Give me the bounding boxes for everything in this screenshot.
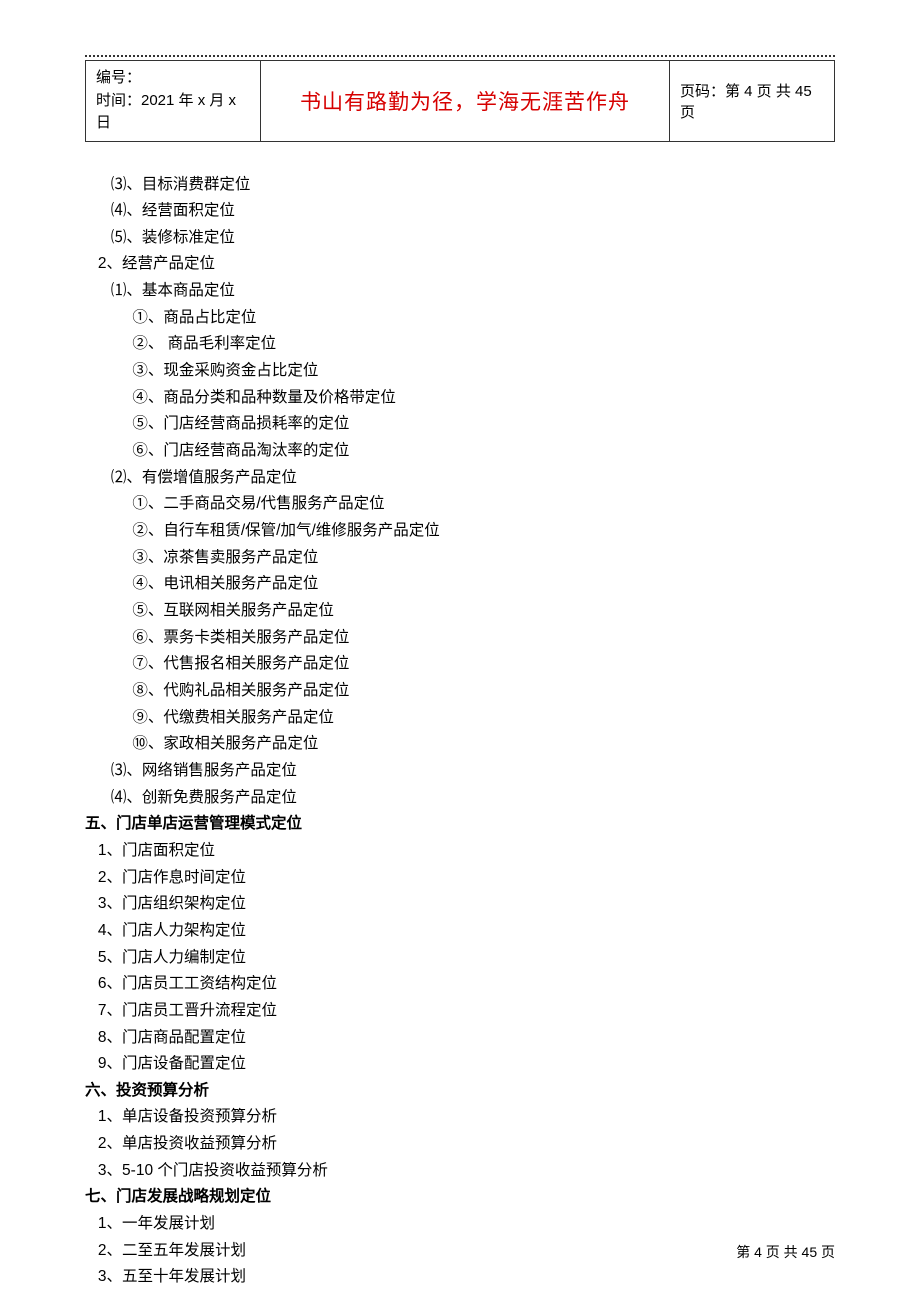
outline-line: ⑤、互联网相关服务产品定位	[85, 598, 835, 625]
outline-line: ①、二手商品交易/代售服务产品定位	[85, 491, 835, 518]
outline-line: 2、门店作息时间定位	[85, 865, 835, 892]
outline-line: 5、门店人力编制定位	[85, 945, 835, 972]
outline-line: ③、现金采购资金占比定位	[85, 358, 835, 385]
outline-line: ⑨、代缴费相关服务产品定位	[85, 705, 835, 732]
outline-line: 六、投资预算分析	[85, 1078, 835, 1105]
header-page-label: 页码：第 4 页 共 45 页	[680, 83, 812, 121]
outline-line: ②、自行车租赁/保管/加气/维修服务产品定位	[85, 518, 835, 545]
outline-line: ⑷、经营面积定位	[85, 198, 835, 225]
outline-line: ⑷、创新免费服务产品定位	[85, 785, 835, 812]
outline-line: 3、门店组织架构定位	[85, 891, 835, 918]
outline-line: 2、单店投资收益预算分析	[85, 1131, 835, 1158]
outline-line: ⑶、目标消费群定位	[85, 172, 835, 199]
outline-line: 1、单店设备投资预算分析	[85, 1104, 835, 1131]
outline-line: ⑥、票务卡类相关服务产品定位	[85, 625, 835, 652]
outline-line: 8、门店商品配置定位	[85, 1025, 835, 1052]
outline-line: 3、5-10 个门店投资收益预算分析	[85, 1158, 835, 1185]
outline-line: ⑦、代售报名相关服务产品定位	[85, 651, 835, 678]
outline-line: ④、商品分类和品种数量及价格带定位	[85, 385, 835, 412]
outline-line: 2、经营产品定位	[85, 251, 835, 278]
doc-date: 时间：2021 年 x 月 x 日	[96, 90, 250, 135]
outline-line: 2、二至五年发展计划	[85, 1238, 835, 1265]
outline-line: ⑴、基本商品定位	[85, 278, 835, 305]
outline-line: 9、门店设备配置定位	[85, 1051, 835, 1078]
outline-line: ③、凉茶售卖服务产品定位	[85, 545, 835, 572]
outline-line: 3、五至十年发展计划	[85, 1264, 835, 1291]
outline-line: ⑥、门店经营商品淘汰率的定位	[85, 438, 835, 465]
outline-line: 4、门店人力架构定位	[85, 918, 835, 945]
outline-line: ⑶、网络销售服务产品定位	[85, 758, 835, 785]
header-slogan: 书山有路勤为径，学海无涯苦作舟	[300, 91, 630, 114]
outline-line: 1、一年发展计划	[85, 1211, 835, 1238]
outline-line: 七、门店发展战略规划定位	[85, 1184, 835, 1211]
outline-line: 7、门店员工晋升流程定位	[85, 998, 835, 1025]
header-table: 编号： 时间：2021 年 x 月 x 日 书山有路勤为径，学海无涯苦作舟 页码…	[85, 60, 835, 142]
outline-line: ⑩、家政相关服务产品定位	[85, 731, 835, 758]
document-body: ⑶、目标消费群定位 ⑷、经营面积定位 ⑸、装修标准定位 2、经营产品定位 ⑴、基…	[85, 172, 835, 1292]
outline-line: ④、电讯相关服务产品定位	[85, 571, 835, 598]
outline-line: 1、门店面积定位	[85, 838, 835, 865]
outline-line: ②、 商品毛利率定位	[85, 331, 835, 358]
outline-line: ⑧、代购礼品相关服务产品定位	[85, 678, 835, 705]
header-left-cell: 编号： 时间：2021 年 x 月 x 日	[86, 61, 261, 142]
outline-line: ⑸、装修标准定位	[85, 225, 835, 252]
outline-line: 6、门店员工工资结构定位	[85, 971, 835, 998]
outline-line: ⑤、门店经营商品损耗率的定位	[85, 411, 835, 438]
header-right-cell: 页码：第 4 页 共 45 页	[670, 61, 835, 142]
header-center-cell: 书山有路勤为径，学海无涯苦作舟	[261, 61, 670, 142]
doc-id-label: 编号：	[96, 67, 250, 90]
header-top-rule	[85, 55, 835, 57]
outline-line: ⑵、有偿增值服务产品定位	[85, 465, 835, 492]
outline-line: ①、商品占比定位	[85, 305, 835, 332]
page-footer: 第 4 页 共 45 页	[736, 1242, 835, 1262]
outline-line: 五、门店单店运营管理模式定位	[85, 811, 835, 838]
